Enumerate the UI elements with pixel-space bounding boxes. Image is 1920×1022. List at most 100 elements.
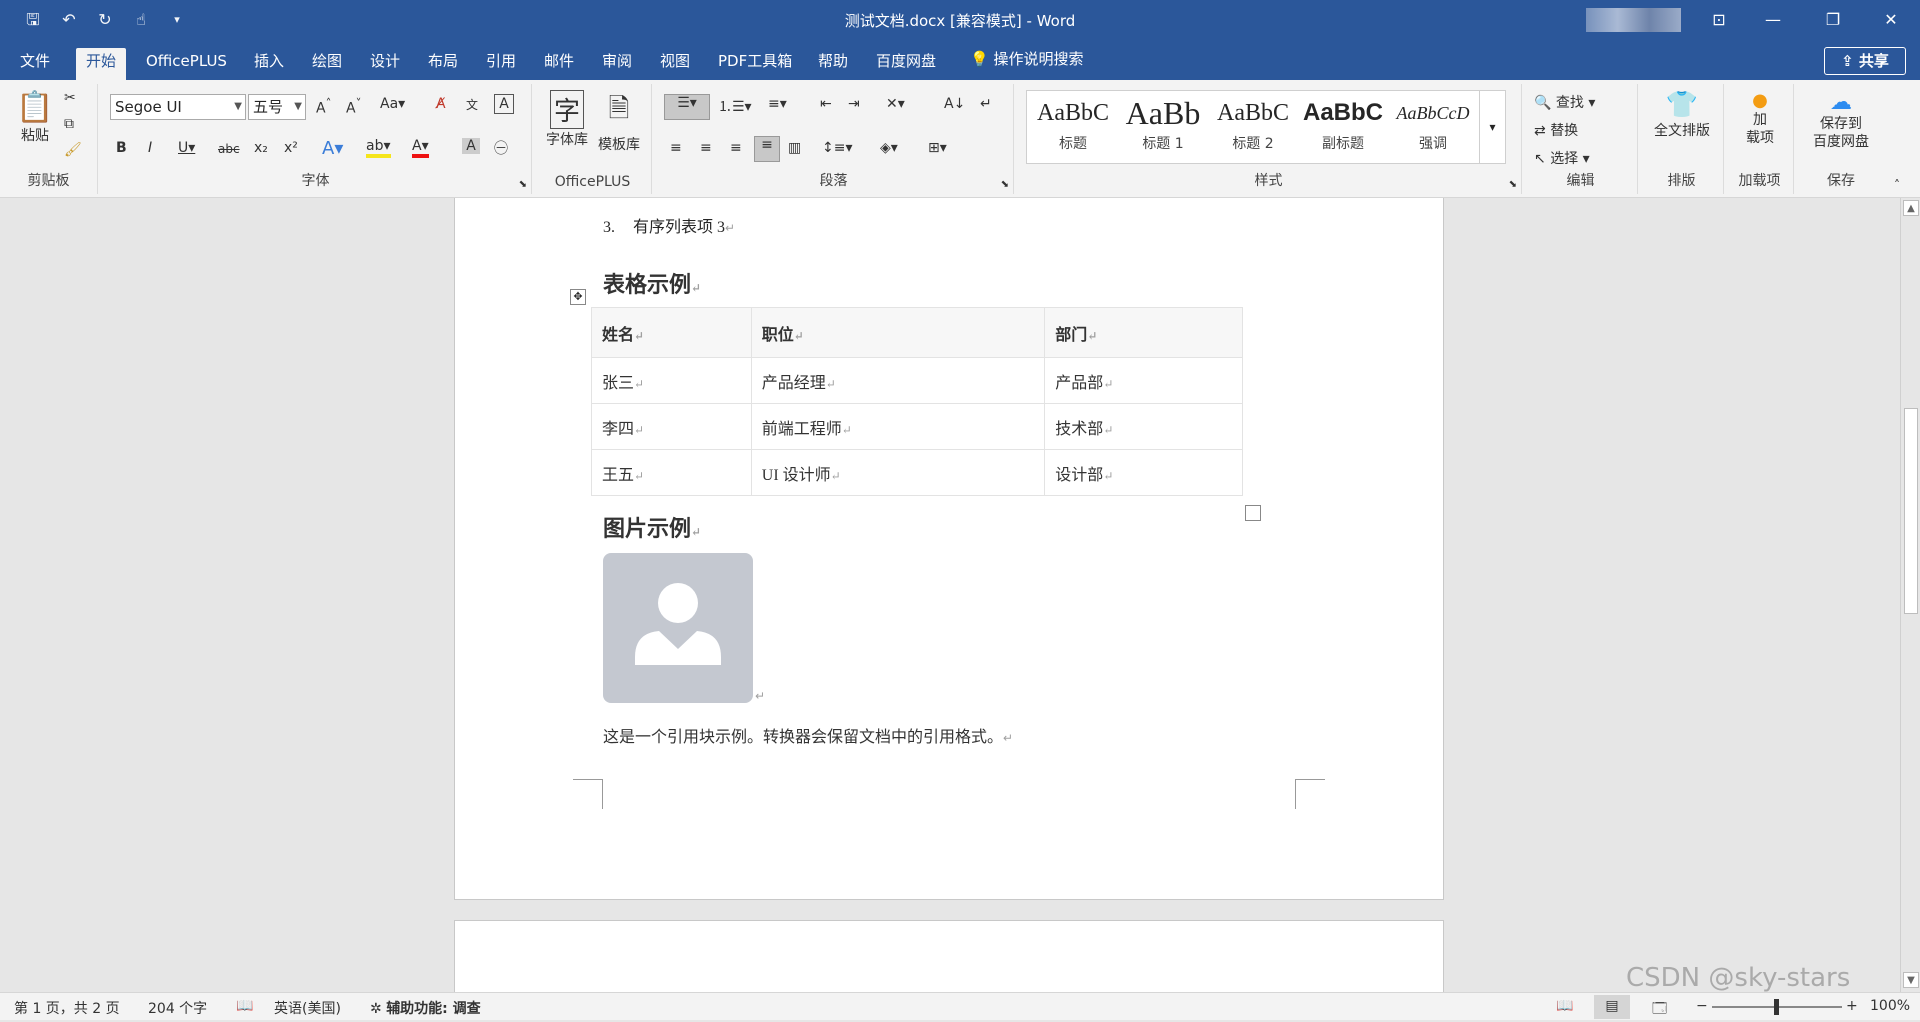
phonetic-guide-icon[interactable]: 文 (466, 96, 478, 113)
style-emphasis[interactable]: AaBbCcD 强调 (1389, 95, 1477, 153)
tab-home[interactable]: 开始 (76, 48, 127, 80)
table-cell[interactable]: UI 设计师↵ (750, 449, 1046, 496)
tab-references[interactable]: 引用 (476, 48, 526, 80)
table-header-cell[interactable]: 部门↵ (1044, 307, 1243, 358)
tab-pdf-toolbox[interactable]: PDF工具箱 (708, 48, 802, 80)
style-heading-1[interactable]: AaBb 标题 1 (1119, 95, 1207, 153)
collapse-ribbon-icon[interactable]: ˄ (1894, 178, 1900, 192)
web-layout-icon[interactable]: 🗔 (1652, 998, 1667, 1022)
tab-draw[interactable]: 绘图 (302, 48, 352, 80)
ribbon-display-icon[interactable]: ⊡ (1696, 0, 1742, 40)
read-mode-icon[interactable]: 📖 (1556, 998, 1573, 1014)
clear-formatting-icon[interactable]: A̸ (436, 96, 446, 112)
change-case-icon[interactable]: Aa▾ (380, 96, 405, 112)
print-layout-icon[interactable]: ▤ (1594, 995, 1630, 1019)
shrink-font-icon[interactable]: A˅ (346, 96, 361, 117)
table-cell[interactable]: 产品经理↵ (750, 357, 1046, 404)
dialog-launcher-icon[interactable]: ⬊ (519, 179, 527, 190)
table-cell[interactable]: 张三↵ (591, 357, 752, 404)
tell-me-search[interactable]: 💡 操作说明搜索 (970, 48, 1083, 69)
subscript-icon[interactable]: x₂ (254, 140, 268, 156)
table-header-cell[interactable]: 职位↵ (750, 307, 1046, 358)
character-border-icon[interactable]: A (494, 94, 514, 114)
chinese-layout-icon[interactable]: ✕▾ (886, 96, 905, 112)
borders-icon[interactable]: ⊞▾ (928, 140, 947, 156)
tab-baidu-netdisk[interactable]: 百度网盘 (866, 48, 946, 80)
scrollbar-thumb[interactable] (1904, 408, 1918, 614)
table-header-cell[interactable]: 姓名↵ (591, 307, 752, 358)
character-shading-icon[interactable]: A (462, 138, 480, 154)
enclose-characters-icon[interactable]: ㊀ (494, 138, 508, 158)
italic-icon[interactable]: I (148, 140, 152, 156)
image-placeholder[interactable] (603, 553, 753, 703)
user-account-avatar[interactable] (1586, 8, 1681, 32)
numbering-icon[interactable]: ⒈☰▾ (718, 96, 752, 116)
table-cell[interactable]: 技术部↵ (1044, 403, 1243, 450)
font-name-box[interactable]: Segoe UI ▼ (110, 94, 246, 120)
tab-officeplus[interactable]: OfficePLUS (136, 48, 237, 80)
multilevel-list-icon[interactable]: ≡▾ (768, 96, 787, 112)
word-count[interactable]: 204 个字 (148, 998, 207, 1018)
tab-file[interactable]: 文件 (10, 48, 60, 80)
tab-layout[interactable]: 布局 (418, 48, 468, 80)
tab-insert[interactable]: 插入 (244, 48, 294, 80)
vertical-scrollbar[interactable]: ▲ ▼ (1900, 198, 1920, 992)
font-size-box[interactable]: 五号 ▼ (248, 94, 306, 120)
bold-icon[interactable]: B (116, 140, 127, 156)
line-spacing-icon[interactable]: ↕≡▾ (822, 140, 853, 156)
table-cell[interactable]: 设计部↵ (1044, 449, 1243, 496)
template-library-button[interactable]: 🗎 模板库 (594, 90, 644, 154)
table-resize-handle-icon[interactable] (1245, 505, 1261, 521)
copy-icon[interactable]: ⧉ (64, 116, 74, 132)
style-heading-2[interactable]: AaBbC 标题 2 (1209, 95, 1297, 153)
minimize-button[interactable]: — (1750, 0, 1796, 40)
table-move-handle-icon[interactable]: ✥ (570, 289, 586, 305)
table-cell[interactable]: 前端工程师↵ (750, 403, 1046, 450)
close-button[interactable]: ✕ (1868, 0, 1914, 40)
underline-icon[interactable]: U▾ (178, 140, 195, 156)
restore-button[interactable]: ❐ (1810, 0, 1856, 40)
style-title[interactable]: AaBbC 标题 (1029, 95, 1117, 153)
table-cell[interactable]: 李四↵ (591, 403, 752, 450)
align-left-icon[interactable]: ≡ (670, 140, 682, 156)
page-count[interactable]: 第 1 页，共 2 页 (14, 998, 120, 1018)
align-center-icon[interactable]: ≡ (700, 140, 712, 156)
save-to-netdisk-button[interactable]: ☁ 保存到 百度网盘 (1800, 90, 1882, 151)
style-subtitle[interactable]: AaBbC 副标题 (1299, 95, 1387, 153)
tab-view[interactable]: 视图 (650, 48, 700, 80)
tab-help[interactable]: 帮助 (808, 48, 858, 80)
table-cell[interactable]: 产品部↵ (1044, 357, 1243, 404)
table-cell[interactable]: 王五↵ (591, 449, 752, 496)
increase-indent-icon[interactable]: ⇥ (848, 96, 860, 112)
paste-button[interactable]: 📋 粘贴 (12, 90, 58, 145)
document-page-2[interactable] (454, 920, 1444, 992)
text-effects-icon[interactable]: A▾ (322, 138, 343, 159)
tab-mailings[interactable]: 邮件 (534, 48, 584, 80)
language[interactable]: 英语(美国) (274, 998, 341, 1018)
sort-icon[interactable]: A↓ (944, 96, 965, 112)
addins-button[interactable]: ● 加 载项 (1732, 90, 1788, 147)
highlight-icon[interactable]: ab▾ (366, 138, 391, 158)
accessibility-status[interactable]: ✲ 辅助功能: 调查 (370, 998, 481, 1018)
scroll-down-icon[interactable]: ▼ (1903, 972, 1919, 988)
grow-font-icon[interactable]: A˄ (316, 96, 331, 117)
justify-icon[interactable]: ≡ (754, 136, 780, 162)
proofing-icon[interactable]: 📖 (236, 998, 253, 1014)
show-marks-icon[interactable]: ↵ (980, 96, 992, 112)
zoom-level[interactable]: 100% (1870, 998, 1910, 1014)
share-button[interactable]: ⇪ 共享 (1824, 47, 1906, 75)
font-color-icon[interactable]: A▾ (412, 138, 429, 158)
dialog-launcher-icon[interactable]: ⬊ (1509, 179, 1517, 190)
align-right-icon[interactable]: ≡ (730, 140, 742, 156)
distributed-icon[interactable]: ▥ (788, 140, 801, 156)
select-button[interactable]: ↖ 选择 ▾ (1534, 148, 1590, 168)
superscript-icon[interactable]: x² (284, 140, 298, 156)
cut-icon[interactable]: ✂ (64, 90, 76, 106)
tab-design[interactable]: 设计 (360, 48, 410, 80)
zoom-out-icon[interactable]: − (1696, 998, 1708, 1014)
dialog-launcher-icon[interactable]: ⬊ (1001, 179, 1009, 190)
styles-more-icon[interactable]: ▾ (1479, 91, 1505, 163)
replace-button[interactable]: ⇄ 替换 (1534, 120, 1578, 140)
full-text-layout-button[interactable]: 👕 全文排版 (1646, 90, 1718, 140)
zoom-slider-thumb[interactable] (1774, 999, 1779, 1015)
